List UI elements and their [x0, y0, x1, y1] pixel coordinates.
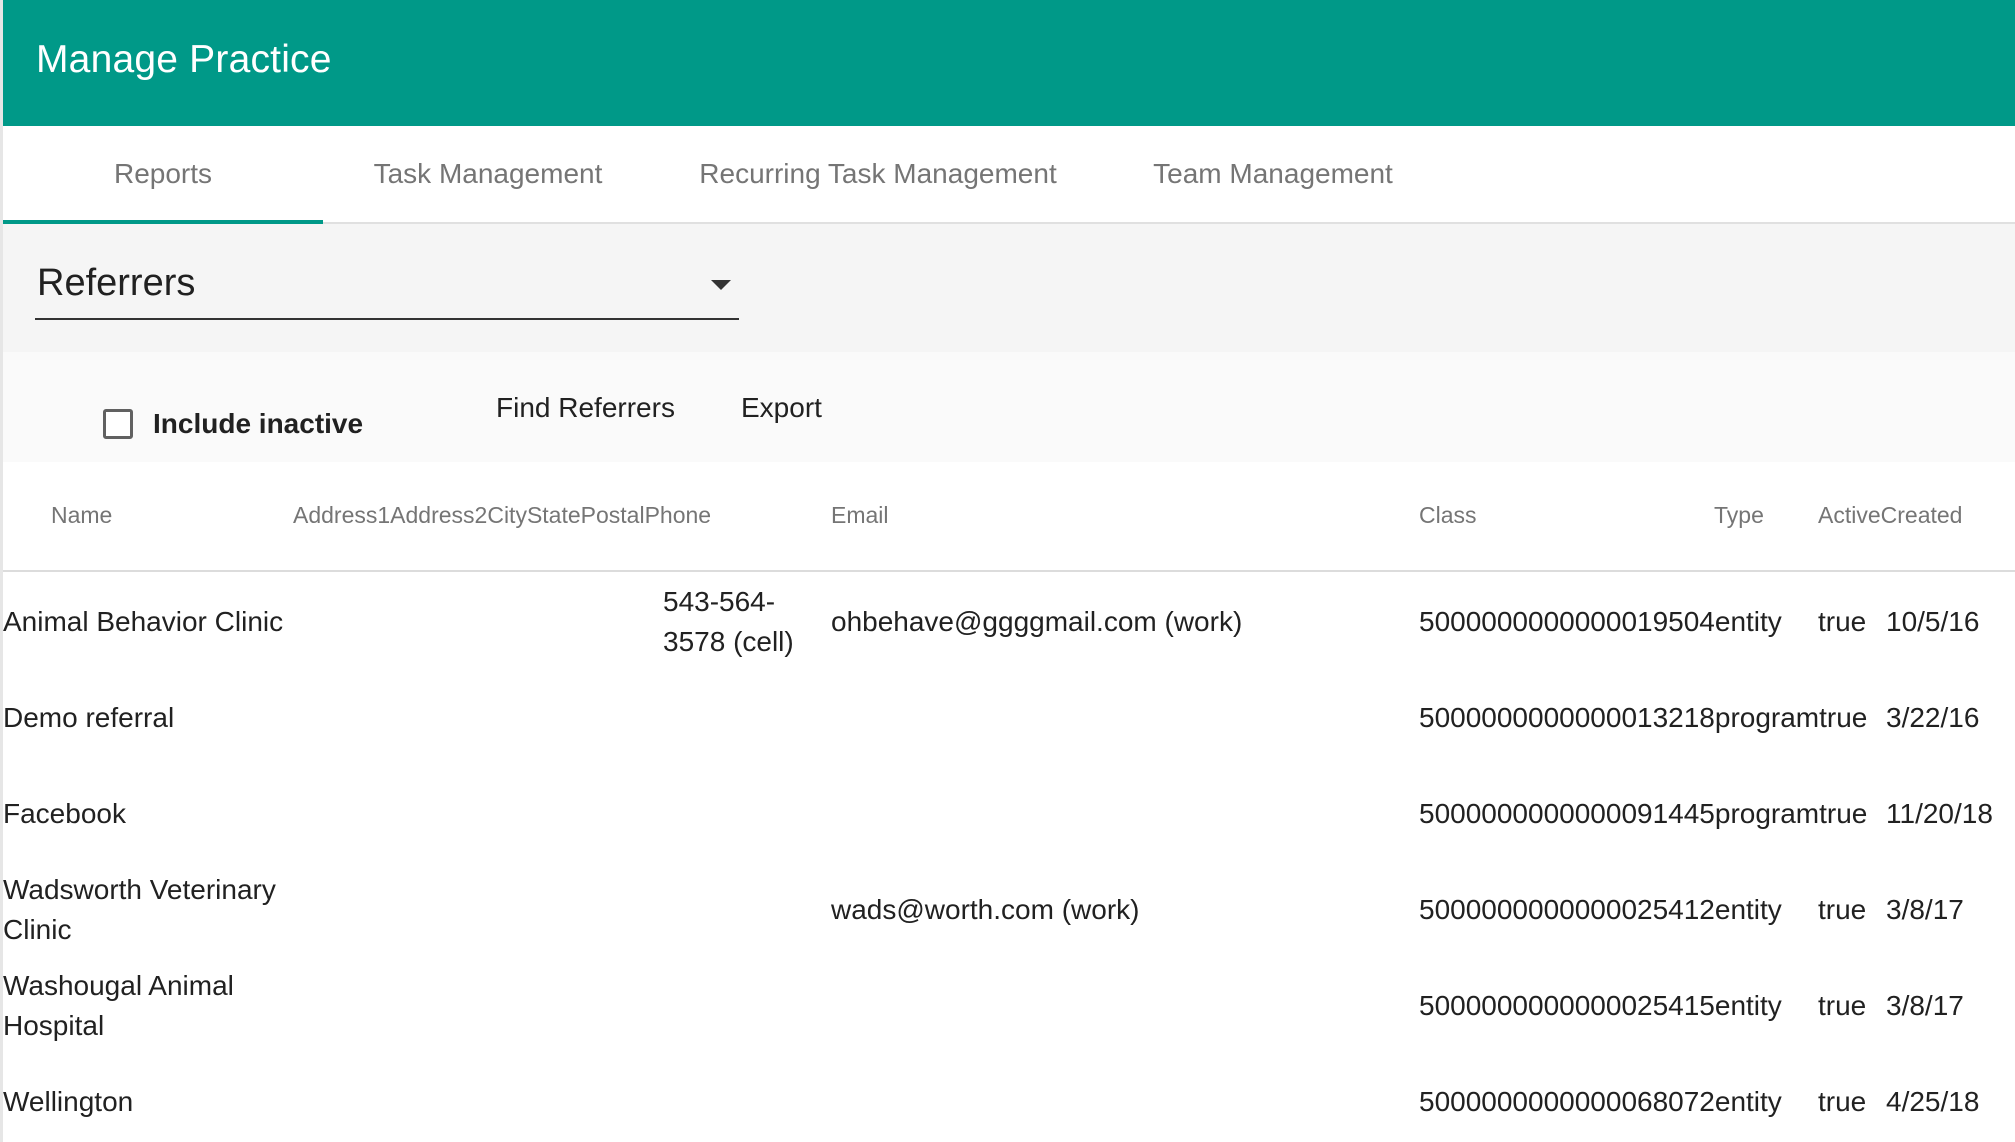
row-created: 3/8/17: [1886, 990, 1964, 1021]
column-header-active-created[interactable]: ActiveCreated: [1818, 502, 1962, 529]
table-row[interactable]: Animal Behavior Clinic 543-564- 3578 (ce…: [3, 580, 2015, 676]
row-name: Animal Behavior Clinic: [3, 606, 284, 637]
row-class-type: 5000000000000068072entity: [1419, 1086, 1782, 1117]
row-email: wads@worth.com (work): [831, 894, 1140, 925]
column-header-class[interactable]: Class: [1419, 502, 1477, 529]
column-header-type[interactable]: Type: [1714, 502, 1764, 529]
row-active: true: [1818, 990, 1867, 1021]
row-active: true: [1818, 606, 1867, 637]
tab-recurring-task-management-label: Recurring Task Management: [699, 158, 1057, 189]
table-row[interactable]: Facebook 5000000000000091445programtrue …: [3, 772, 2015, 868]
row-name: Wadsworth Veterinary: [3, 874, 276, 905]
referrers-table: Name Address1Address2CityStatePostalPhon…: [3, 462, 2015, 1142]
row-created: 3/22/16: [1886, 702, 1980, 733]
report-toolbar: Include inactive Find Referrers Export: [3, 352, 2015, 462]
find-referrers-button[interactable]: Find Referrers: [496, 392, 675, 424]
row-active: true: [1818, 894, 1867, 925]
row-class-type: 5000000000000025415entity: [1419, 990, 1782, 1021]
report-select-area: Referrers: [3, 224, 2015, 352]
row-phone-cont: 3578 (cell): [663, 626, 794, 657]
tab-bar: Reports Task Management Recurring Task M…: [3, 126, 2015, 224]
row-phone: 543-564-: [663, 586, 776, 617]
column-header-email[interactable]: Email: [831, 502, 889, 529]
row-created: 3/8/17: [1886, 894, 1964, 925]
include-inactive-toggle[interactable]: Include inactive: [103, 408, 363, 440]
table-row[interactable]: Washougal Animal Hospital 50000000000000…: [3, 964, 2015, 1060]
row-class-type: 5000000000000013218programtrue: [1419, 702, 1868, 733]
table-row[interactable]: Wadsworth Veterinary Clinic wads@worth.c…: [3, 868, 2015, 964]
app-frame: Manage Practice Reports Task Management …: [0, 0, 2015, 1142]
tab-team-management[interactable]: Team Management: [1103, 126, 1443, 222]
row-created: 4/25/18: [1886, 1086, 1980, 1117]
include-inactive-checkbox[interactable]: [103, 409, 133, 439]
row-class-type: 5000000000000025412entity: [1419, 894, 1782, 925]
row-email: ohbehave@ggggmail.com (work): [831, 606, 1243, 637]
tab-team-management-label: Team Management: [1153, 158, 1393, 189]
row-created: 10/5/16: [1886, 606, 1980, 637]
table-row[interactable]: Wellington 5000000000000068072entity tru…: [3, 1060, 2015, 1142]
tab-task-management-label: Task Management: [373, 158, 603, 189]
row-name: Wellington: [3, 1086, 134, 1117]
include-inactive-label: Include inactive: [153, 408, 364, 439]
table-row[interactable]: Demo referral 5000000000000013218program…: [3, 676, 2015, 772]
report-type-value: Referrers: [37, 262, 196, 304]
row-class-type: 5000000000000091445programtrue: [1419, 798, 1868, 829]
row-class-type: 5000000000000019504entity: [1419, 606, 1782, 637]
export-button[interactable]: Export: [741, 392, 822, 424]
tab-task-management[interactable]: Task Management: [323, 126, 653, 222]
tab-reports[interactable]: Reports: [3, 126, 323, 224]
dropdown-caret-icon: [711, 280, 731, 290]
page-title: Manage Practice: [36, 38, 332, 81]
column-header-address-group[interactable]: Address1Address2CityStatePostalPhone: [293, 502, 711, 529]
table-header: Name Address1Address2CityStatePostalPhon…: [3, 462, 2015, 572]
tab-recurring-task-management[interactable]: Recurring Task Management: [653, 126, 1103, 222]
row-name: Facebook: [3, 798, 126, 829]
row-active: true: [1818, 1086, 1867, 1117]
report-type-dropdown[interactable]: Referrers: [35, 254, 739, 320]
row-name-cont: Hospital: [3, 1010, 105, 1041]
row-name-cont: Clinic: [3, 914, 72, 945]
column-header-name[interactable]: Name: [51, 502, 112, 529]
app-bar: Manage Practice: [3, 0, 2015, 126]
row-name: Demo referral: [3, 702, 175, 733]
row-name: Washougal Animal: [3, 970, 234, 1001]
row-created: 11/20/18: [1886, 798, 1993, 829]
tab-reports-label: Reports: [113, 158, 213, 189]
